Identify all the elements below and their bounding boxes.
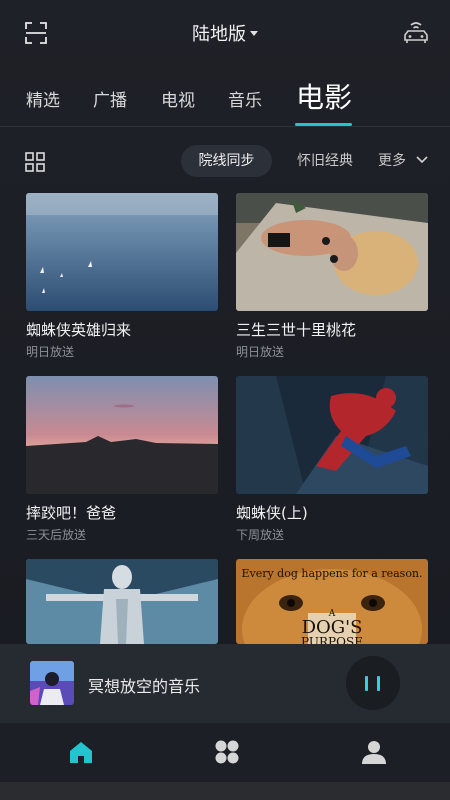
movie-card[interactable]: 摔跤吧！爸爸 三天后放送 [26, 376, 218, 543]
pause-button[interactable] [346, 656, 400, 710]
region-selector[interactable]: 陆地版 [0, 20, 450, 46]
tab-featured[interactable]: 精选 [26, 86, 60, 111]
more-filter-button[interactable]: 更多 [378, 145, 406, 177]
movie-card[interactable]: 三生三世十里桃花 明日放送 [236, 193, 428, 360]
movie-poster [26, 559, 218, 644]
poster-tagline: Every dog happens for a reason. [241, 567, 423, 580]
caret-down-icon [250, 30, 258, 36]
movie-card[interactable]: Every dog happens for a reason. A DOG'S … [236, 559, 428, 644]
movie-schedule: 明日放送 [236, 345, 285, 359]
filter-chip-classic[interactable]: 怀旧经典 [297, 145, 353, 177]
category-tabs: 精选 广播 电视 音乐 电影 [0, 72, 450, 127]
movie-card[interactable]: 蜘蛛侠英雄归来 明日放送 [26, 193, 218, 360]
tab-tv[interactable]: 电视 [161, 86, 195, 111]
movie-poster [236, 376, 428, 494]
album-art [30, 661, 74, 705]
pause-icon-bar [377, 676, 380, 691]
tab-music[interactable]: 音乐 [228, 86, 262, 111]
movie-title: 摔跤吧！爸爸 [26, 504, 117, 522]
movie-schedule: 三天后放送 [26, 528, 87, 542]
movie-title: 三生三世十里桃花 [236, 321, 357, 339]
movie-poster [236, 193, 428, 311]
active-tab-indicator [295, 123, 352, 126]
pause-icon [365, 676, 368, 691]
movie-title: 蜘蛛侠(上) [236, 504, 308, 522]
song-title: 冥想放空的音乐 [88, 677, 201, 696]
movie-card[interactable]: 蜘蛛侠(上) 下周放送 [236, 376, 428, 543]
movie-card[interactable] [26, 559, 218, 652]
filter-row: 院线同步 怀旧经典 更多 [0, 144, 450, 180]
top-bar: 陆地版 [0, 0, 450, 68]
apps-icon[interactable] [214, 739, 240, 765]
movie-schedule: 明日放送 [26, 345, 75, 359]
poster-title-purpose: PURPOSE [301, 635, 363, 644]
movie-schedule: 下周放送 [236, 528, 285, 542]
movie-poster [26, 376, 218, 494]
car-connect-icon[interactable] [402, 20, 430, 46]
profile-icon[interactable] [361, 739, 387, 765]
mini-player[interactable]: 冥想放空的音乐 [0, 644, 450, 723]
filter-chip-theatrical[interactable]: 院线同步 [181, 145, 272, 177]
movie-title: 蜘蛛侠英雄归来 [26, 321, 132, 339]
grid-view-icon[interactable] [25, 152, 45, 172]
region-title: 陆地版 [192, 24, 246, 45]
chevron-down-icon[interactable] [416, 156, 428, 164]
tab-movies[interactable]: 电影 [296, 76, 352, 116]
tab-radio[interactable]: 广播 [93, 86, 127, 111]
bottom-nav [0, 723, 450, 782]
app-screen: 陆地版 精选 广播 电视 音乐 电影 院线同步 怀旧经典 更多 蜘蛛侠英雄归来 … [0, 0, 450, 782]
movie-poster [26, 193, 218, 311]
system-bar [0, 782, 450, 800]
home-icon[interactable] [68, 739, 94, 765]
